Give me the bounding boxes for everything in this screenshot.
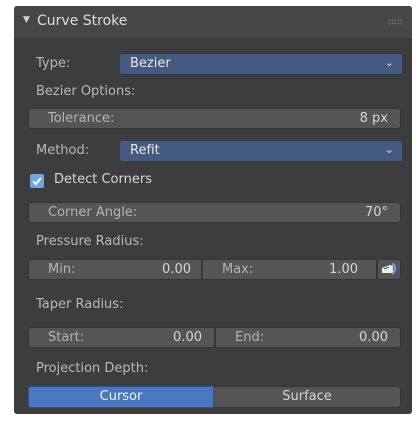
pressure-max-field[interactable]: Max: 1.00 [202, 259, 377, 280]
detect-corners-label[interactable]: Detect Corners [54, 172, 152, 187]
checkmark-icon [32, 177, 42, 186]
bezier-options-label: Bezier Options: [36, 84, 136, 99]
taper-end-value: 0.00 [359, 330, 388, 345]
corner-angle-label: Corner Angle: [48, 205, 138, 220]
chevron-down-icon: ⌄ [384, 143, 394, 156]
pressure-min-field[interactable]: Min: 0.00 [28, 259, 202, 280]
tolerance-label: Tolerance: [48, 111, 115, 126]
taper-start-value: 0.00 [173, 330, 202, 345]
taper-end-field[interactable]: End: 0.00 [215, 327, 401, 348]
method-value: Refit [130, 143, 160, 158]
taper-start-label: Start: [48, 330, 85, 345]
corner-angle-value: 70° [364, 205, 388, 220]
taper-radius-label: Taper Radius: [36, 297, 124, 312]
pressure-max-label: Max: [222, 262, 254, 277]
projection-depth-label: Projection Depth: [36, 361, 149, 376]
panel-title: Curve Stroke [37, 13, 128, 29]
pressure-radius-label: Pressure Radius: [36, 234, 144, 249]
pressure-min-label: Min: [48, 262, 76, 277]
corner-angle-field[interactable]: Corner Angle: 70° [28, 202, 401, 223]
tolerance-value: 8 px [359, 111, 388, 126]
curve-picker-button[interactable] [377, 259, 401, 280]
detect-corners-checkbox[interactable] [30, 174, 44, 188]
method-label: Method: [36, 143, 90, 158]
projection-option-cursor[interactable]: Cursor [28, 386, 214, 408]
curve-picker-icon [382, 263, 396, 275]
pressure-max-value: 1.00 [329, 262, 358, 277]
type-label: Type: [36, 56, 71, 71]
method-dropdown[interactable]: Refit ⌄ [119, 140, 403, 162]
drag-grip-icon[interactable] [388, 19, 402, 25]
taper-start-field[interactable]: Start: 0.00 [28, 327, 215, 348]
panel-header[interactable]: ▼ Curve Stroke [14, 6, 412, 38]
type-dropdown[interactable]: Bezier ⌄ [119, 53, 403, 75]
disclosure-triangle-icon[interactable]: ▼ [23, 15, 30, 25]
pressure-min-value: 0.00 [162, 262, 191, 277]
projection-option-surface[interactable]: Surface [214, 386, 401, 408]
curve-stroke-panel: ▼ Curve Stroke Type: Bezier ⌄ Bezier Opt… [14, 6, 412, 414]
type-value: Bezier [130, 56, 171, 71]
tolerance-field[interactable]: Tolerance: 8 px [28, 108, 401, 129]
chevron-down-icon: ⌄ [384, 56, 394, 69]
taper-end-label: End: [235, 330, 265, 345]
